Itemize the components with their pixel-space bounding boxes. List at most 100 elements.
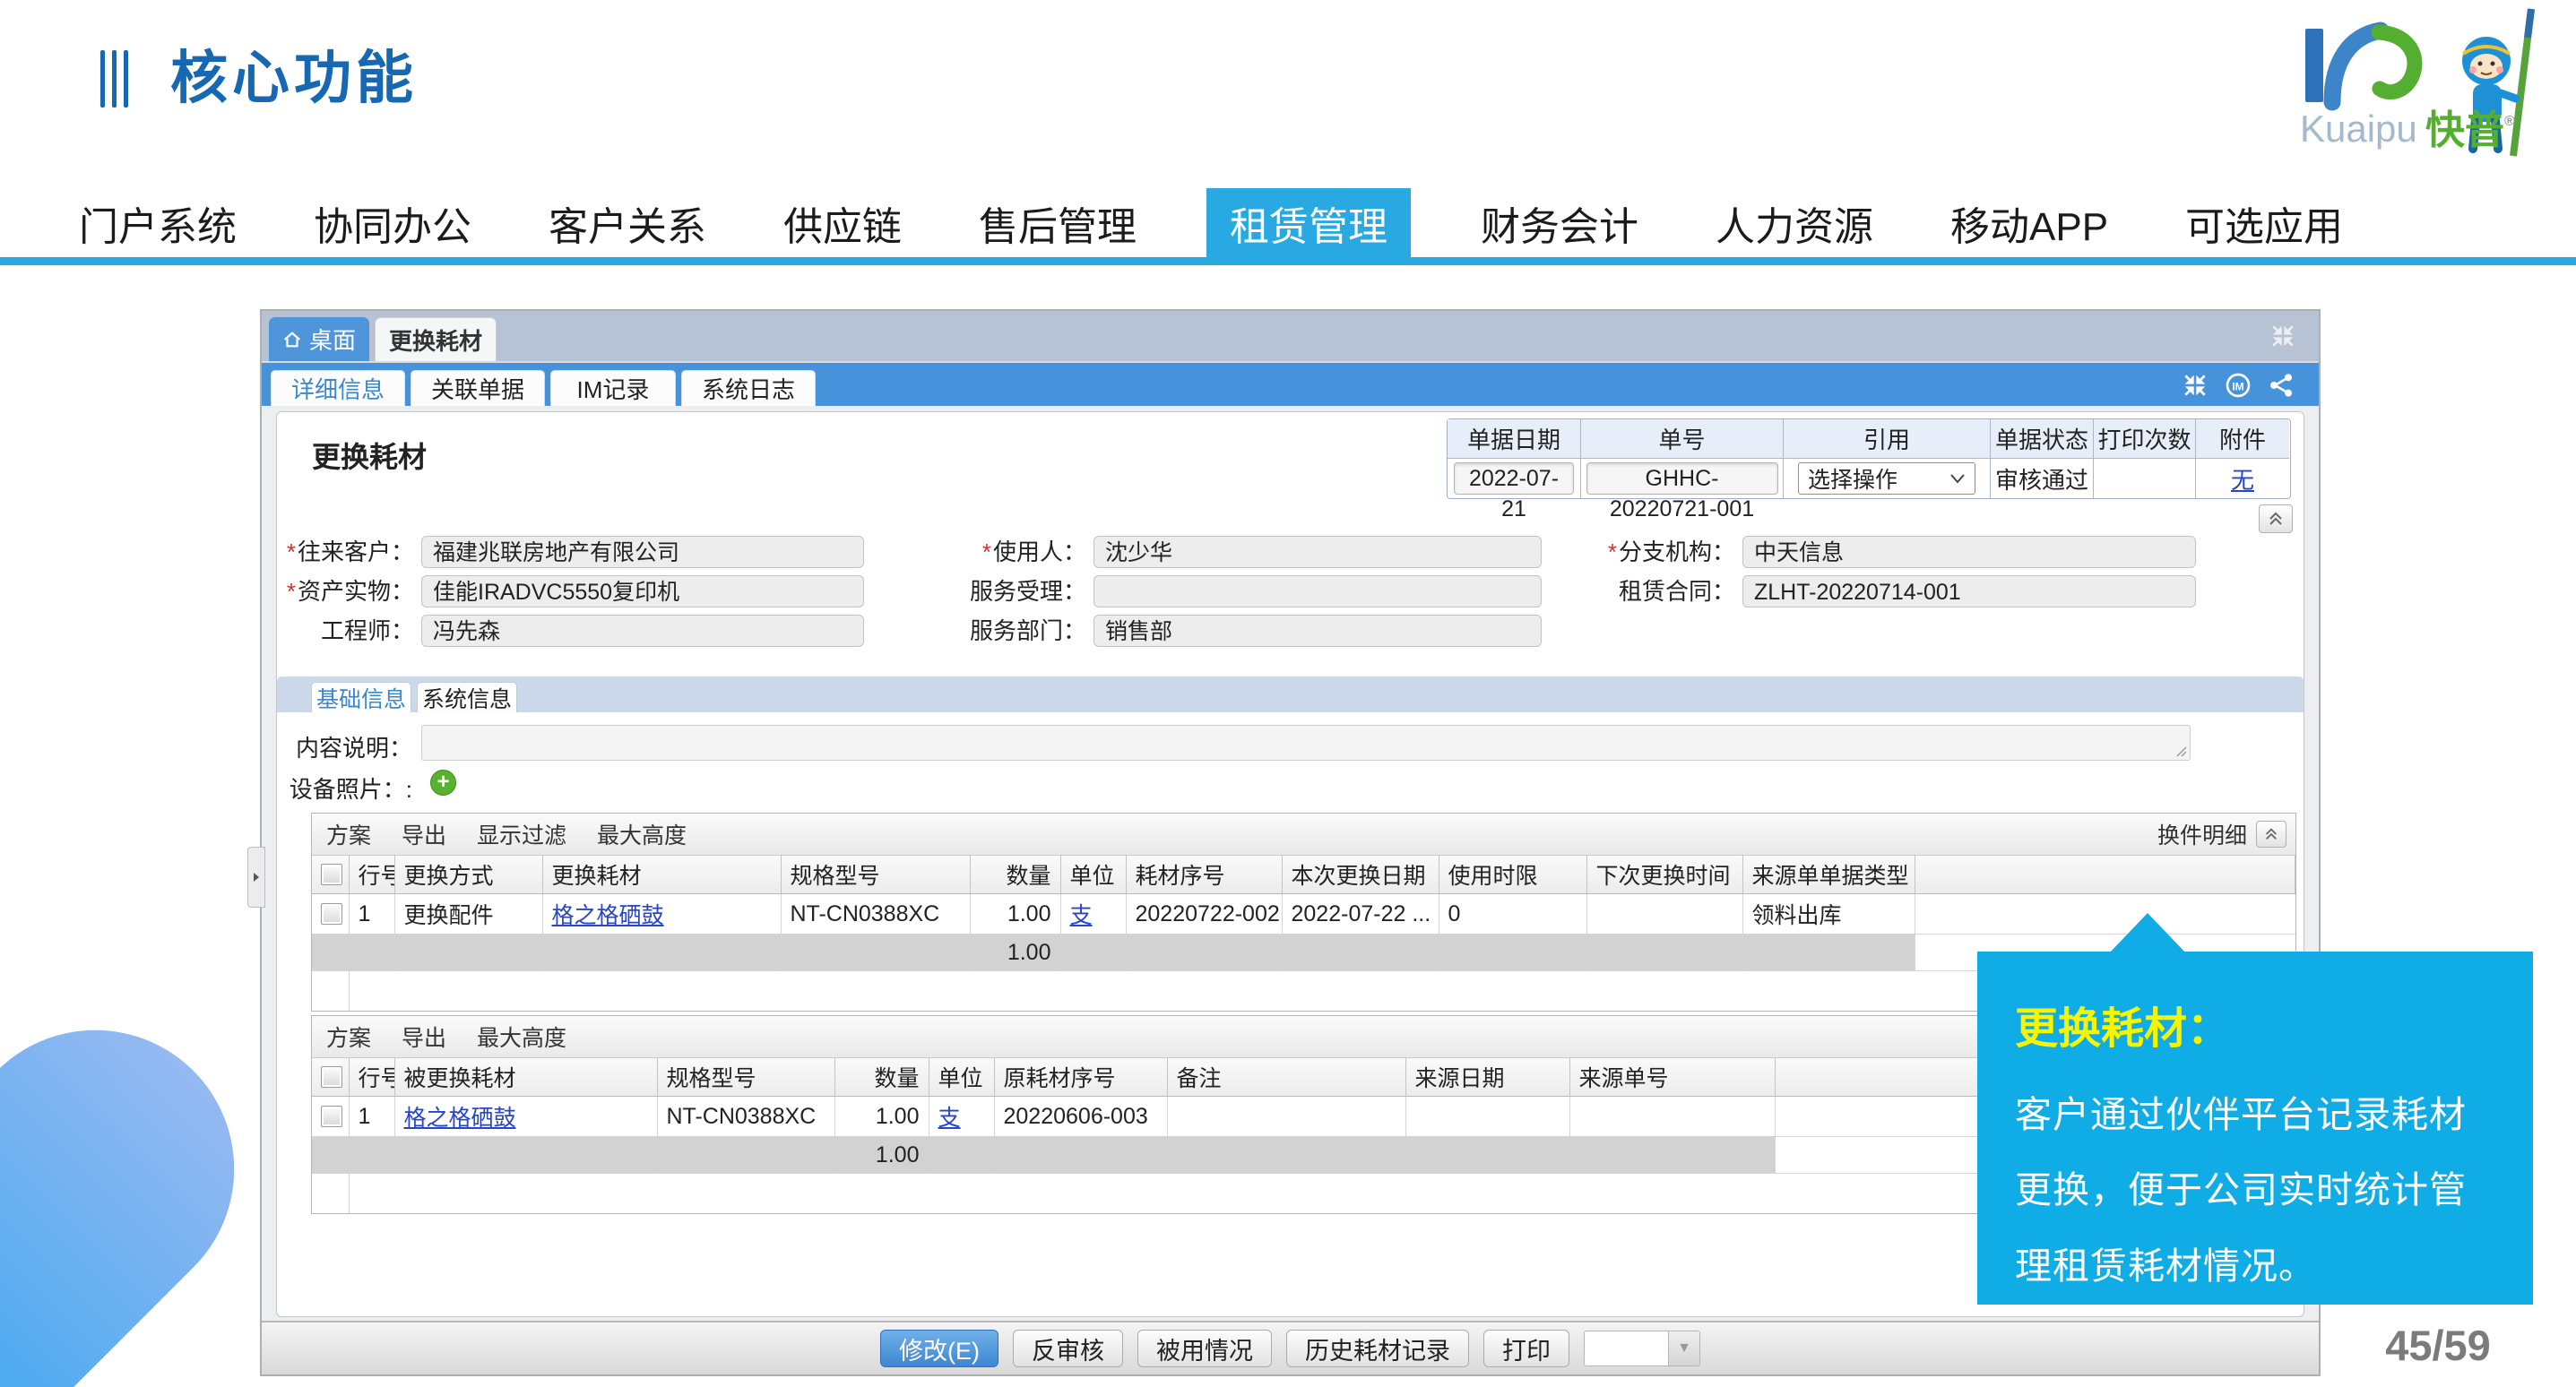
usage-status-button[interactable]: 被用情况 <box>1137 1330 1272 1367</box>
col-doc-date: 单据日期 <box>1448 419 1581 459</box>
service-accept-field[interactable] <box>1094 575 1542 607</box>
nav-item-collaboration[interactable]: 协同办公 <box>307 188 479 257</box>
col-doc-status: 单据状态 <box>1991 419 2094 459</box>
toolbar-export[interactable]: 导出 <box>402 818 446 850</box>
col-filler <box>1915 856 2295 894</box>
toolbar-export[interactable]: 导出 <box>402 1021 446 1053</box>
toolbar-max-height[interactable]: 最大高度 <box>477 1021 566 1053</box>
kuaipu-logo: Kuaipu 快普® <box>2291 5 2569 159</box>
select-all-header <box>312 1058 349 1097</box>
unit-link[interactable]: 支 <box>938 1106 961 1131</box>
nav-item-finance[interactable]: 财务会计 <box>1474 188 1646 257</box>
toolbar-filter[interactable]: 显示过滤 <box>477 818 566 850</box>
consumable-link[interactable]: 格之格硒鼓 <box>404 1106 516 1131</box>
form-title: 更换耗材 <box>312 435 427 476</box>
asset-field[interactable]: 佳能IRADVC5550复印机 <box>421 575 864 607</box>
col-source-number: 来源单号 <box>1569 1058 1775 1097</box>
nav-item-supply-chain[interactable]: 供应链 <box>776 188 909 257</box>
tab-system-log[interactable]: 系统日志 <box>681 370 816 406</box>
grid1-collapse-button[interactable] <box>2256 821 2286 848</box>
unit-link[interactable]: 支 <box>1070 903 1093 928</box>
rental-contract-field[interactable]: ZLHT-20220714-001 <box>1742 575 2196 607</box>
col-original-serial: 原耗材序号 <box>994 1058 1167 1097</box>
col-replaced-consumable: 被更换耗材 <box>394 1058 657 1097</box>
customer-field[interactable]: 福建兆联房地产有限公司 <box>421 536 864 568</box>
nav-item-hr[interactable]: 人力资源 <box>1708 188 1880 257</box>
modify-button[interactable]: 修改(E) <box>880 1330 998 1367</box>
label-rental-contract: 租赁合同： <box>1583 574 1735 608</box>
compress-icon[interactable] <box>2269 322 2297 350</box>
attachment-link[interactable]: 无 <box>2231 462 2254 495</box>
detail-tab-bar: 详细信息 关联单据 IM记录 系统日志 IM <box>262 363 2319 406</box>
toolbar-scheme[interactable]: 方案 <box>326 1021 371 1053</box>
col-attachment: 附件 <box>2196 419 2289 459</box>
compress-icon[interactable] <box>2181 371 2209 400</box>
select-all-checkbox[interactable] <box>321 1066 342 1088</box>
toolbar-max-height[interactable]: 最大高度 <box>597 818 687 850</box>
label-user: *使用人： <box>943 535 1086 569</box>
sidebar-expand-handle[interactable] <box>247 847 265 908</box>
row-checkbox[interactable] <box>321 903 342 925</box>
im-icon[interactable]: IM <box>2224 371 2252 400</box>
toolbar-scheme[interactable]: 方案 <box>326 818 371 850</box>
more-actions-select[interactable]: ▼ <box>1584 1331 1700 1366</box>
label-branch: *分支机构： <box>1583 535 1735 569</box>
print-button[interactable]: 打印 <box>1483 1330 1569 1367</box>
col-spec-model: 规格型号 <box>781 856 970 894</box>
resize-handle-icon[interactable] <box>2174 744 2188 758</box>
col-next-replace-time: 下次更换时间 <box>1586 856 1742 894</box>
branch-field[interactable]: 中天信息 <box>1742 536 2196 568</box>
consumable-link[interactable]: 格之格硒鼓 <box>552 903 664 928</box>
tab-replace-consumables[interactable]: 更换耗材 <box>375 317 497 361</box>
row-checkbox[interactable] <box>321 1106 342 1127</box>
nav-item-mobile-app[interactable]: 移动APP <box>1943 188 2115 257</box>
label-content-desc: 内容说明： <box>278 730 412 763</box>
tab-im-records[interactable]: IM记录 <box>550 370 676 406</box>
col-unit: 单位 <box>1060 856 1126 894</box>
grid1-toolbar: 方案 导出 显示过滤 最大高度 换件明细 <box>312 814 2295 856</box>
nav-item-optional-apps[interactable]: 可选应用 <box>2178 188 2350 257</box>
nav-item-after-sales[interactable]: 售后管理 <box>972 188 1144 257</box>
kp-monogram <box>2305 29 2415 102</box>
add-photo-icon[interactable]: + <box>430 770 456 796</box>
label-service-accept: 服务受理： <box>943 574 1086 608</box>
callout-title: 更换耗材： <box>2015 993 2495 1055</box>
col-qty: 数量 <box>834 1058 929 1097</box>
col-quote: 引用 <box>1784 419 1991 459</box>
tab-basic-info[interactable]: 基础信息 <box>311 682 411 712</box>
label-service-dept: 服务部门： <box>943 614 1086 648</box>
main-nav: 门户系统 协同办公 客户关系 供应链 售后管理 租赁管理 财务会计 人力资源 移… <box>0 188 2576 265</box>
slide: 核心功能 <box>0 0 2576 1387</box>
nav-item-rental-active[interactable]: 租赁管理 <box>1206 188 1411 257</box>
select-all-header <box>312 856 349 894</box>
unaudit-button[interactable]: 反审核 <box>1013 1330 1123 1367</box>
content-desc-textarea[interactable] <box>421 725 2191 761</box>
panel-label-replacement-detail: 换件明细 <box>2157 818 2247 850</box>
tab-detail-info[interactable]: 详细信息 <box>271 370 405 406</box>
select-all-checkbox[interactable] <box>321 864 342 885</box>
col-consumable-serial: 耗材序号 <box>1126 856 1282 894</box>
print-count-value <box>2094 459 2196 498</box>
title-accent-bars <box>100 50 128 108</box>
share-icon[interactable] <box>2267 371 2295 400</box>
col-replace-consumable: 更换耗材 <box>542 856 781 894</box>
col-print-count: 打印次数 <box>2094 419 2196 459</box>
service-dept-field[interactable]: 销售部 <box>1094 615 1542 647</box>
user-field[interactable]: 沈少华 <box>1094 536 1542 568</box>
quote-select[interactable]: 选择操作 <box>1798 462 1975 495</box>
nav-item-crm[interactable]: 客户关系 <box>541 188 713 257</box>
header-collapse-button[interactable] <box>2259 504 2293 533</box>
doc-date-input[interactable]: 2022-07-21 <box>1454 462 1574 495</box>
col-spec-model: 规格型号 <box>657 1058 834 1097</box>
doc-number-input[interactable]: GHHC-20220721-001 <box>1586 462 1778 495</box>
annotation-callout: 更换耗材： 客户通过伙伴平台记录耗材更换，便于公司实时统计管理租赁耗材情况。 <box>1977 952 2533 1305</box>
nav-item-portal[interactable]: 门户系统 <box>72 188 244 257</box>
history-record-button[interactable]: 历史耗材记录 <box>1286 1330 1469 1367</box>
tab-desktop[interactable]: 桌面 <box>269 317 369 361</box>
col-source-doc-type: 来源单单据类型 <box>1742 856 1915 894</box>
label-customer: *往来客户： <box>271 535 414 569</box>
engineer-field[interactable]: 冯先森 <box>421 615 864 647</box>
tab-related-docs[interactable]: 关联单据 <box>411 370 545 406</box>
tab-system-info[interactable]: 系统信息 <box>417 682 517 712</box>
callout-body: 客户通过伙伴平台记录耗材更换，便于公司实时统计管理租赁耗材情况。 <box>2015 1077 2495 1304</box>
